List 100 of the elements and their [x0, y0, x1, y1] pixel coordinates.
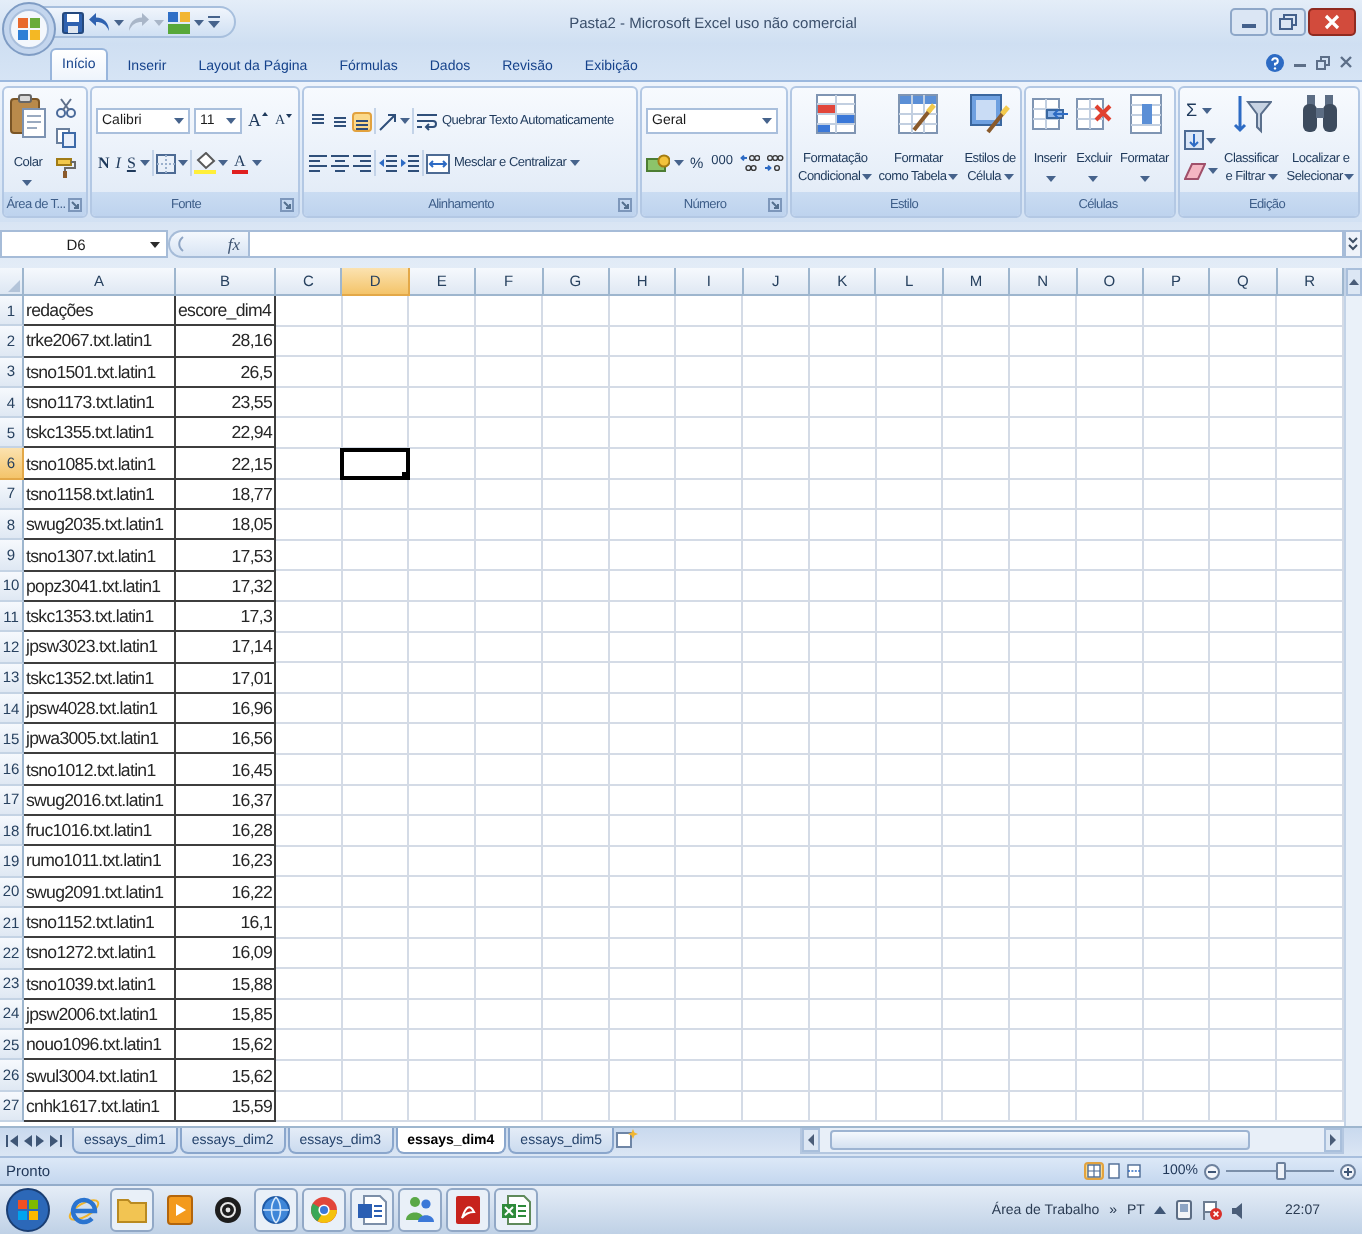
customize-caret-icon[interactable] [208, 16, 220, 28]
table-cell: 17,01 [176, 663, 276, 694]
money-icon[interactable] [646, 153, 670, 173]
globe-icon[interactable] [254, 1188, 298, 1232]
borders-icon[interactable] [155, 153, 176, 173]
scroll-right-icon[interactable] [1324, 1128, 1342, 1152]
brush-icon[interactable] [56, 158, 76, 178]
grid-cross-icon [1076, 94, 1112, 134]
scrollbar-thumb[interactable] [830, 1130, 1250, 1150]
eraser-icon[interactable] [1184, 161, 1206, 179]
font-color-button[interactable]: A [229, 153, 250, 173]
dialog-launcher-icon[interactable] [68, 197, 82, 211]
help-icon[interactable] [1266, 53, 1284, 71]
table-cell: nouo1096.txt.latin1 [24, 1030, 176, 1061]
paint-bucket-icon[interactable] [193, 152, 216, 174]
restore-icon[interactable] [1316, 55, 1330, 69]
zeros-arrow-right-icon[interactable] [763, 154, 784, 172]
formula-input[interactable] [248, 230, 1344, 258]
table-cell: 23,55 [176, 387, 276, 419]
table-cell: fruc1016.txt.latin1 [24, 816, 176, 847]
scroll-left-icon[interactable] [802, 1128, 820, 1152]
ring-logo-icon[interactable] [302, 1188, 346, 1232]
down-arrow-icon[interactable] [1184, 130, 1204, 150]
table-cell: tskc1353.txt.latin1 [24, 601, 176, 633]
resize-grip-icon[interactable] [176, 236, 184, 252]
table-cell: 22,15 [176, 448, 276, 480]
lines-icon[interactable] [352, 111, 372, 131]
table-cell: 18,05 [176, 510, 276, 541]
caret-icon[interactable] [150, 241, 160, 247]
close-icon[interactable] [1340, 56, 1352, 68]
selected-cell-outline[interactable] [340, 447, 410, 480]
caret-icon[interactable] [762, 118, 772, 124]
first-sheet-icon[interactable] [6, 1134, 18, 1148]
table-cell: jpsw4028.txt.latin1 [24, 693, 176, 725]
previous-sheet-icon[interactable] [22, 1134, 32, 1148]
table-cell: 16,56 [176, 724, 276, 755]
italic-button[interactable]: I [113, 155, 123, 171]
dialog-launcher-icon[interactable] [280, 197, 294, 211]
dialog-launcher-icon[interactable] [768, 197, 782, 211]
pdf-icon[interactable] [446, 1188, 490, 1232]
folder-icon[interactable] [110, 1188, 154, 1232]
grid-view-icon[interactable] [1084, 1162, 1105, 1180]
align-left-icon[interactable] [308, 154, 328, 172]
people-icon[interactable] [398, 1188, 442, 1232]
page-break-icon[interactable] [1124, 1162, 1145, 1180]
page-view-icon[interactable] [1104, 1162, 1125, 1180]
table-brush-icon [898, 94, 939, 134]
align-right-icon[interactable] [352, 154, 372, 172]
table-cell: tsno1012.txt.latin1 [24, 754, 176, 786]
flag-error-icon[interactable] [1202, 1200, 1223, 1220]
diagonal-arrow-icon[interactable] [378, 111, 398, 131]
grow-font-button[interactable]: A [246, 112, 269, 130]
merge-arrows-icon [426, 153, 450, 173]
last-sheet-icon[interactable] [50, 1134, 62, 1148]
next-sheet-icon[interactable] [36, 1134, 46, 1148]
color-blocks-icon[interactable] [168, 11, 190, 33]
speaker-icon[interactable] [1232, 1201, 1247, 1219]
zoom-slider-thumb[interactable] [1275, 1162, 1285, 1180]
autosum-button[interactable]: Σ [1184, 101, 1200, 119]
insert-function-button[interactable]: fx [227, 235, 240, 253]
scissors-icon[interactable] [56, 98, 76, 118]
caret-icon[interactable] [174, 118, 184, 124]
table-cell: 15,62 [176, 1060, 276, 1092]
copy-icon[interactable] [56, 128, 76, 148]
scroll-up-icon[interactable] [1346, 268, 1362, 296]
save-icon[interactable] [62, 11, 84, 33]
restore-icon[interactable] [1270, 8, 1306, 36]
horizontal-scrollbar[interactable] [800, 1128, 1344, 1154]
table-cell: jpsw3023.txt.latin1 [24, 632, 176, 664]
lines-icon[interactable] [330, 111, 350, 131]
caret-icon[interactable] [226, 118, 236, 124]
table-cell: redações [24, 296, 176, 327]
double-chevron-icon[interactable] [1344, 230, 1362, 258]
table-cell: jpwa3005.txt.latin1 [24, 724, 176, 755]
device-icon[interactable] [1176, 1200, 1193, 1220]
table-cell: 26,5 [176, 357, 276, 388]
close-icon[interactable] [1308, 8, 1356, 36]
clipboard-icon [10, 94, 46, 138]
dialog-launcher-icon[interactable] [618, 197, 632, 211]
table-cell: cnhk1617.txt.latin1 [24, 1091, 176, 1123]
table-cell: 16,37 [176, 785, 276, 817]
table-cell: swug2091.txt.latin1 [24, 877, 176, 908]
spreadsheet-icon[interactable] [494, 1188, 538, 1232]
start-orb-icon[interactable] [6, 1188, 50, 1232]
indent-left-icon[interactable] [378, 154, 398, 172]
zoom-out-icon[interactable] [1204, 1163, 1220, 1179]
up-triangle-icon[interactable] [1154, 1206, 1167, 1214]
underline-button[interactable]: S [124, 155, 138, 171]
indent-right-icon[interactable] [400, 154, 420, 172]
zeros-arrow-left-icon[interactable] [739, 154, 760, 172]
document-icon[interactable] [350, 1188, 394, 1232]
table-cell: tsno1158.txt.latin1 [24, 479, 176, 511]
undo-icon[interactable] [88, 12, 110, 32]
zoom-in-icon[interactable] [1340, 1163, 1356, 1179]
bold-button[interactable]: N [96, 155, 112, 171]
vertical-scrollbar[interactable] [1344, 268, 1362, 1126]
minimize-icon[interactable] [1230, 8, 1268, 36]
new-sheet-icon[interactable] [616, 1128, 639, 1148]
align-center-icon[interactable] [330, 154, 350, 172]
table-cell: tsno1085.txt.latin1 [24, 448, 176, 480]
